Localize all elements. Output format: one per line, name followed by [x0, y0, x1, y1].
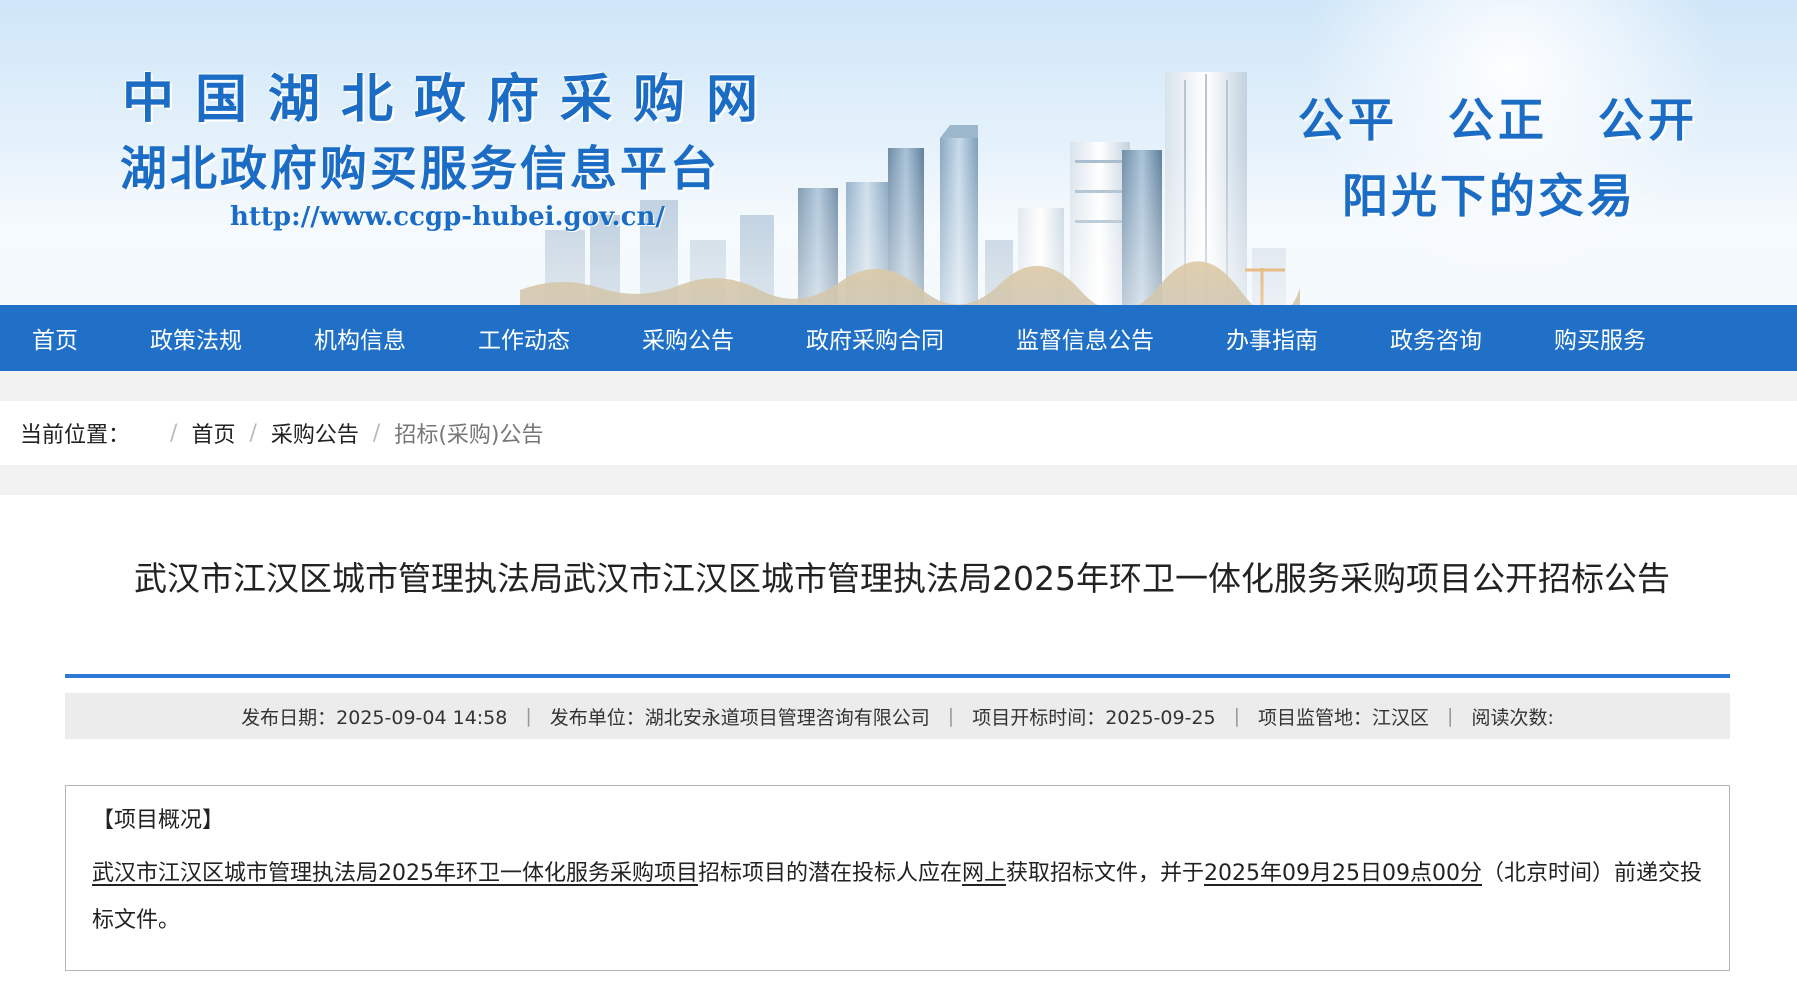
nav-item-purchase-services[interactable]: 购买服务	[1554, 321, 1646, 355]
breadcrumb-separator: /	[170, 420, 178, 446]
summary-project-name: 武汉市江汉区城市管理执法局2025年环卫一体化服务采购项目	[92, 861, 698, 886]
summary-text: 武汉市江汉区城市管理执法局2025年环卫一体化服务采购项目招标项目的潜在投标人应…	[92, 850, 1703, 944]
project-summary-box: 【项目概况】 武汉市江汉区城市管理执法局2025年环卫一体化服务采购项目招标项目…	[65, 785, 1730, 971]
nav-item-procurement-notices[interactable]: 采购公告	[642, 321, 734, 355]
summary-online-link: 网上	[962, 861, 1007, 886]
meta-publish-date: 发布日期：2025-09-04 14:58	[241, 706, 508, 729]
header-banner: 中国湖北政府采购网 湖北政府购买服务信息平台 http://www.ccgp-h…	[0, 0, 1797, 305]
title-divider	[65, 674, 1730, 678]
nav-item-work-news[interactable]: 工作动态	[478, 321, 570, 355]
spacer-band	[0, 371, 1797, 401]
article-meta-bar: 发布日期：2025-09-04 14:58 | 发布单位：湖北安永道项目管理咨询…	[65, 693, 1730, 739]
summary-deadline: 2025年09月25日09点00分	[1204, 861, 1483, 886]
summary-heading: 【项目概况】	[92, 808, 225, 833]
meta-publisher: 发布单位：湖北安永道项目管理咨询有限公司	[549, 706, 930, 729]
meta-separator: |	[1447, 705, 1454, 727]
summary-text-segment: 招标项目的潜在投标人应在	[698, 861, 963, 886]
site-subtitle: 湖北政府购买服务信息平台	[120, 142, 720, 197]
nav-item-contracts[interactable]: 政府采购合同	[806, 321, 944, 355]
slogan-line-2: 阳光下的交易	[1342, 169, 1636, 223]
nav-item-policy[interactable]: 政策法规	[150, 321, 242, 355]
meta-separator: |	[525, 705, 532, 727]
nav-item-guide[interactable]: 办事指南	[1226, 321, 1318, 355]
nav-item-home[interactable]: 首页	[32, 321, 78, 355]
spacer-band	[0, 465, 1797, 495]
breadcrumb: 当前位置： / 首页 / 采购公告 / 招标(采购)公告	[0, 401, 1797, 465]
main-nav: 首页 政策法规 机构信息 工作动态 采购公告 政府采购合同 监督信息公告 办事指…	[0, 305, 1797, 371]
breadcrumb-current: 招标(采购)公告	[394, 423, 544, 448]
meta-separator: |	[1233, 705, 1241, 727]
summary-text-segment: 获取招标文件，并于	[1006, 861, 1205, 886]
meta-open-date: 项目开标时间：2025-09-25	[972, 706, 1216, 729]
breadcrumb-home-link[interactable]: 首页	[191, 417, 235, 449]
nav-item-supervision[interactable]: 监督信息公告	[1016, 321, 1154, 355]
meta-region: 项目监管地：江汉区	[1258, 706, 1430, 729]
slogan-line-1: 公平 公正 公开	[1298, 93, 1699, 147]
breadcrumb-separator: /	[249, 420, 257, 446]
meta-separator: |	[947, 705, 955, 727]
article-title: 武汉市江汉区城市管理执法局武汉市江汉区城市管理执法局2025年环卫一体化服务采购…	[134, 559, 1670, 598]
breadcrumb-label: 当前位置：	[20, 423, 131, 448]
page: 中国湖北政府采购网 湖北政府购买服务信息平台 http://www.ccgp-h…	[0, 0, 1797, 987]
site-url: http://www.ccgp-hubei.gov.cn/	[230, 202, 665, 232]
breadcrumb-procurement-link[interactable]: 采购公告	[271, 417, 359, 449]
breadcrumb-separator: /	[372, 420, 381, 446]
meta-read-count: 阅读次数:	[1471, 706, 1554, 729]
nav-item-consult[interactable]: 政务咨询	[1390, 321, 1482, 355]
site-title: 中国湖北政府采购网	[122, 70, 780, 130]
nav-item-institutions[interactable]: 机构信息	[314, 321, 406, 355]
